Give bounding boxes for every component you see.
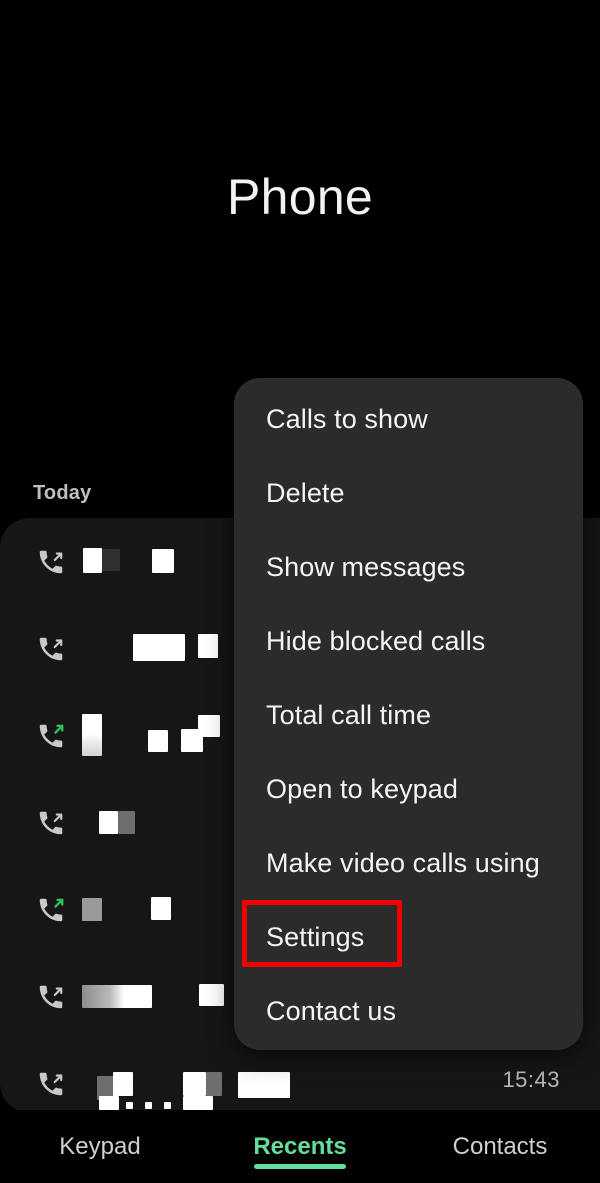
redacted-block <box>148 730 168 752</box>
redacted-block <box>238 1072 290 1098</box>
menu-item-show-messages[interactable]: Show messages <box>266 544 573 590</box>
phone-app-screen: Phone Today 15:43 Calls to show Delete S… <box>0 0 600 1183</box>
outgoing-call-icon <box>36 895 66 925</box>
redacted-block <box>183 1072 206 1096</box>
section-label-today: Today <box>33 482 92 504</box>
redacted-block <box>152 549 174 573</box>
incoming-call-icon <box>36 634 66 664</box>
redacted-block <box>99 811 118 834</box>
call-timestamp: 15:43 <box>502 1067 560 1092</box>
menu-item-delete[interactable]: Delete <box>266 470 573 516</box>
redacted-block <box>82 898 102 921</box>
bottom-navigation: Keypad Recents Contacts <box>0 1110 600 1183</box>
incoming-call-icon <box>36 982 66 1012</box>
tab-active-underline <box>254 1164 346 1169</box>
redacted-block <box>82 714 102 756</box>
redacted-block <box>133 634 185 661</box>
redacted-block <box>118 811 135 834</box>
redacted-block <box>198 634 218 658</box>
redacted-block <box>102 549 120 571</box>
redacted-block <box>83 548 102 573</box>
redacted-block <box>82 985 152 1008</box>
outgoing-call-icon <box>36 721 66 751</box>
tab-contacts[interactable]: Contacts <box>400 1110 600 1183</box>
menu-item-hide-blocked-calls[interactable]: Hide blocked calls <box>266 618 573 664</box>
menu-item-make-video-calls-using[interactable]: Make video calls using <box>266 840 573 886</box>
tab-recents[interactable]: Recents <box>200 1110 400 1183</box>
menu-item-settings[interactable]: Settings <box>266 914 573 960</box>
redacted-block <box>99 1096 119 1110</box>
tab-contacts-label: Contacts <box>452 1132 548 1160</box>
menu-item-open-to-keypad[interactable]: Open to keypad <box>266 766 573 812</box>
redacted-block <box>199 984 224 1006</box>
menu-item-total-call-time[interactable]: Total call time <box>266 692 573 738</box>
menu-item-calls-to-show[interactable]: Calls to show <box>266 396 573 442</box>
tab-keypad[interactable]: Keypad <box>0 1110 200 1183</box>
redacted-block <box>113 1072 133 1096</box>
incoming-call-icon <box>36 808 66 838</box>
incoming-call-icon <box>36 1069 66 1099</box>
redacted-block <box>151 897 171 920</box>
tab-keypad-label: Keypad <box>59 1132 141 1160</box>
redacted-block <box>206 1072 222 1096</box>
redacted-block <box>183 1096 213 1110</box>
page-title: Phone <box>226 169 374 225</box>
overflow-menu: Calls to show Delete Show messages Hide … <box>234 378 583 1050</box>
tab-recents-label: Recents <box>253 1132 347 1160</box>
incoming-call-icon <box>36 547 66 577</box>
redacted-block <box>198 715 220 737</box>
menu-item-contact-us[interactable]: Contact us <box>266 988 573 1034</box>
